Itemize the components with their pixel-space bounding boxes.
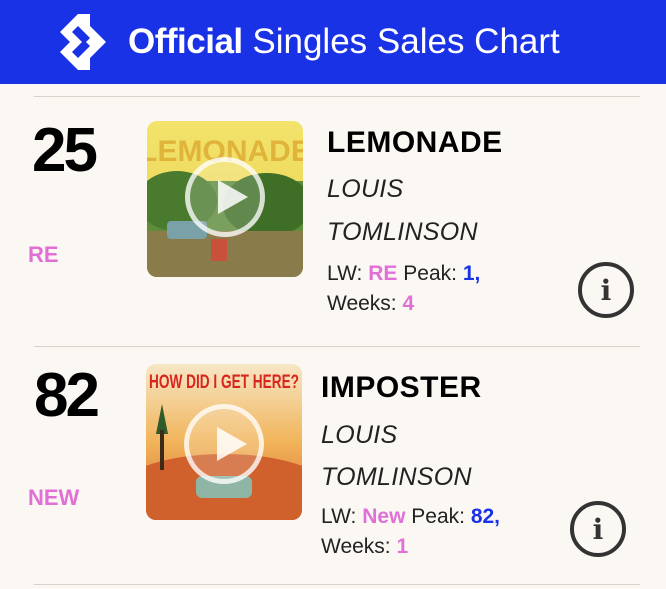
play-icon[interactable] — [185, 157, 265, 237]
divider — [34, 96, 640, 97]
track-title[interactable]: LEMONADE — [327, 126, 503, 160]
track-stats: LW: New Peak: 82, Weeks: 1 — [321, 502, 500, 562]
official-charts-logo-icon[interactable] — [56, 12, 110, 72]
artist-name-line1[interactable]: LOUIS — [327, 168, 404, 210]
info-icon[interactable]: i — [570, 501, 626, 557]
divider — [34, 346, 640, 347]
album-art-text: HOW DID I GET HERE? — [149, 372, 299, 393]
last-week-value: New — [362, 505, 406, 528]
weeks-value: 4 — [402, 292, 415, 315]
chart-header: Official Singles Sales Chart — [0, 0, 666, 84]
peak-value: 1, — [462, 262, 481, 285]
artist-name-line1[interactable]: LOUIS — [321, 414, 398, 456]
album-art-lemonade[interactable]: LEMONADE — [147, 121, 303, 277]
peak-label: Peak: — [411, 505, 465, 528]
chart-position: 25 — [32, 116, 98, 185]
weeks-value: 1 — [396, 535, 409, 558]
weeks-label: Weeks: — [327, 292, 397, 315]
artist-name-line2[interactable]: TOMLINSON — [321, 456, 472, 498]
last-week-value: RE — [368, 262, 398, 285]
play-icon[interactable] — [184, 404, 264, 484]
artist-name-line2[interactable]: TOMLINSON — [327, 211, 478, 253]
last-week-label: LW: — [321, 505, 357, 528]
chart-title: Official Singles Sales Chart — [128, 20, 560, 64]
movement-badge: NEW — [28, 485, 80, 510]
weeks-label: Weeks: — [321, 535, 391, 558]
brand-bold-text: Official — [128, 22, 243, 61]
info-icon[interactable]: i — [578, 262, 634, 318]
divider — [34, 584, 640, 585]
peak-label: Peak: — [403, 262, 457, 285]
track-stats: LW: RE Peak: 1, Weeks: 4 — [327, 259, 480, 319]
last-week-label: LW: — [327, 262, 363, 285]
info-glyph: i — [600, 273, 612, 307]
peak-value: 82, — [470, 505, 501, 528]
movement-badge: RE — [28, 242, 59, 267]
chart-position: 82 — [34, 361, 100, 430]
info-glyph: i — [592, 512, 604, 546]
track-title[interactable]: IMPOSTER — [321, 371, 482, 405]
brand-light-text: Singles Sales Chart — [252, 22, 560, 61]
album-art-how-did-i-get-here[interactable]: HOW DID I GET HERE? — [146, 364, 302, 520]
